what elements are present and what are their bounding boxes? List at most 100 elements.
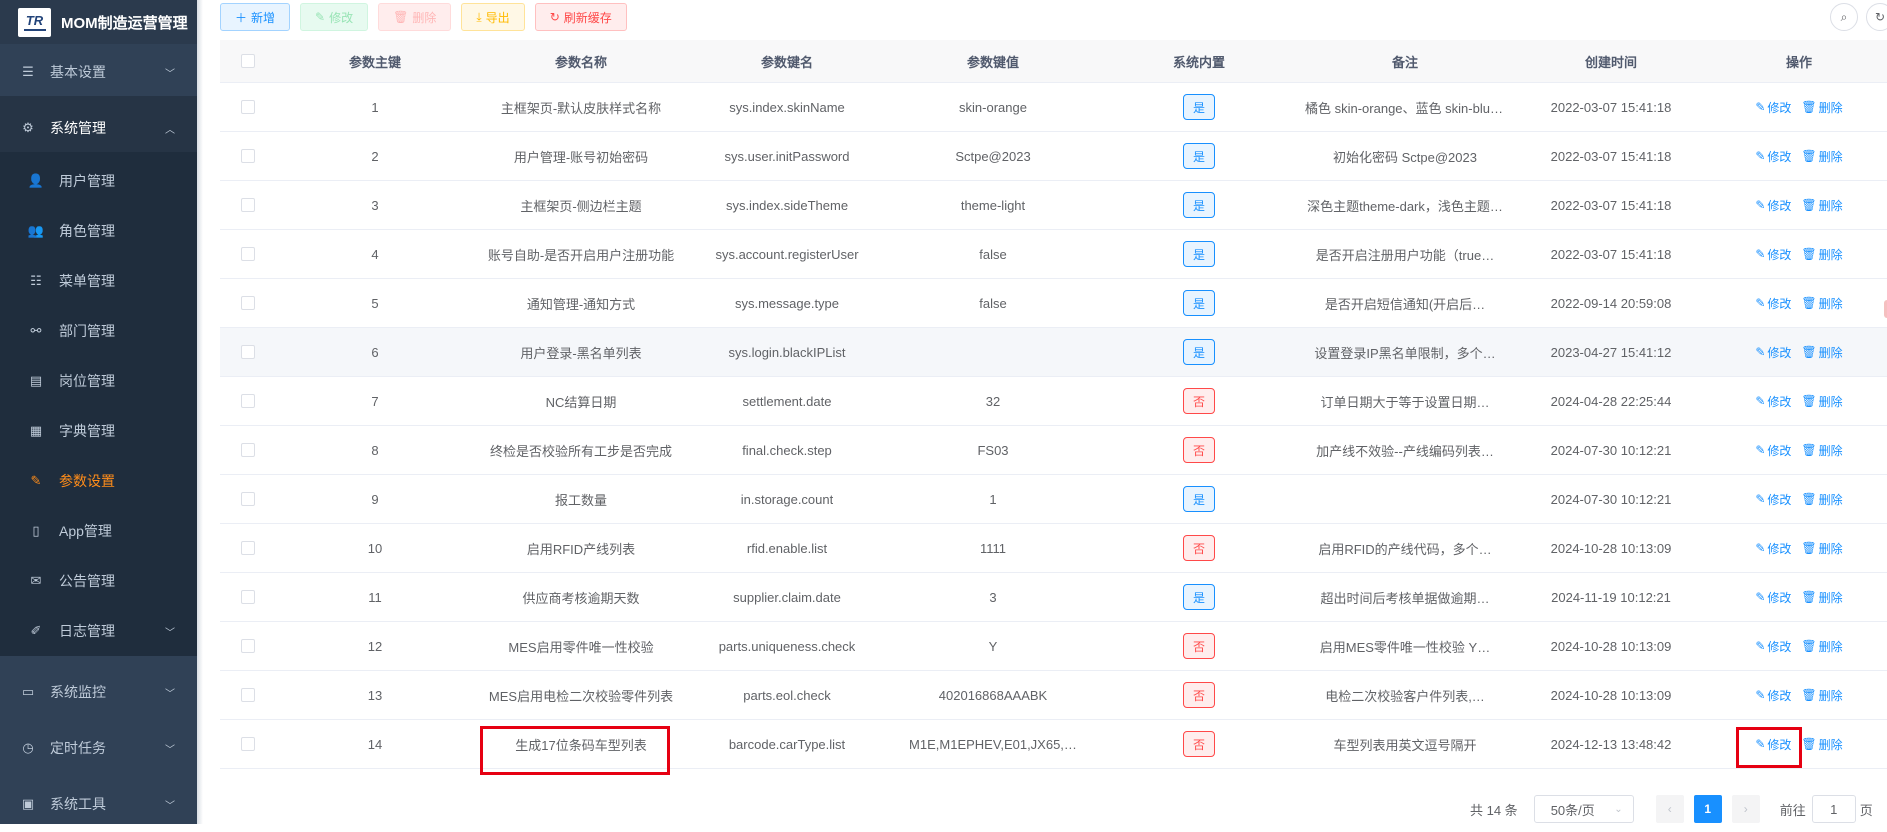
row-checkbox-cell[interactable]	[220, 181, 275, 229]
sidebar-item-1[interactable]: ⚙ 系统管理 ︿	[0, 100, 197, 156]
export-button[interactable]: ⤓ 导出	[461, 3, 525, 31]
row-checkbox[interactable]	[240, 149, 255, 163]
row-checkbox-cell[interactable]	[220, 328, 275, 376]
row-checkbox-cell[interactable]	[220, 671, 275, 719]
row-delete-button[interactable]: 🗑 删除	[1801, 197, 1842, 214]
next-page-button[interactable]: ›	[1731, 795, 1760, 823]
row-edit-button[interactable]: ✎ 修改	[1755, 589, 1791, 606]
row-edit-button[interactable]: ✎ 修改	[1755, 638, 1791, 655]
row-edit-button[interactable]: ✎ 修改	[1755, 540, 1791, 557]
row-checkbox-cell[interactable]	[220, 720, 275, 768]
row-edit-button[interactable]: ✎ 修改	[1755, 99, 1791, 116]
row-delete-button[interactable]: 🗑 删除	[1801, 540, 1842, 557]
select-all-checkbox-cell[interactable]	[220, 40, 275, 82]
row-edit-button[interactable]: ✎ 修改	[1755, 197, 1791, 214]
row-checkbox-cell[interactable]	[220, 230, 275, 278]
row-checkbox[interactable]	[240, 639, 255, 653]
row-edit-button[interactable]: ✎ 修改	[1755, 148, 1791, 165]
select-all-checkbox[interactable]	[240, 54, 255, 68]
table-row[interactable]: 9 报工数量 in.storage.count 1 是 2024-07-30 10:12:…	[220, 475, 1887, 524]
row-checkbox-cell[interactable]	[220, 377, 275, 425]
row-delete-button[interactable]: 🗑 删除	[1801, 344, 1842, 361]
sidebar-item-12[interactable]: ▭ 系统监控 ﹀	[0, 664, 197, 720]
refresh-cache-button[interactable]: ↻ 刷新缓存	[534, 3, 627, 31]
page-size-select[interactable]: 50条/页 ⌄	[1533, 795, 1634, 823]
table-row[interactable]: 14 生成17位条码车型列表 barcode.carType.list M1E,M1E…	[220, 720, 1887, 769]
row-checkbox[interactable]	[240, 247, 255, 261]
table-row[interactable]: 13 MES启用电检二次校验零件列表 parts.eol.check 40201686…	[220, 671, 1887, 720]
row-checkbox[interactable]	[240, 198, 255, 212]
row-delete-button[interactable]: 🗑 删除	[1801, 99, 1842, 116]
row-checkbox[interactable]	[240, 688, 255, 702]
row-checkbox[interactable]	[240, 345, 255, 359]
row-edit-button[interactable]: ✎ 修改	[1755, 246, 1791, 263]
row-delete-button[interactable]: 🗑 删除	[1801, 246, 1842, 263]
table-row[interactable]: 7 NC结算日期 settlement.date 32 否 订单日期大于等于设置日期… 20…	[220, 377, 1887, 426]
row-checkbox[interactable]	[240, 296, 255, 310]
row-checkbox[interactable]	[240, 492, 255, 506]
row-delete-button[interactable]: 🗑 删除	[1801, 589, 1842, 606]
goto-page-input[interactable]: 1	[1811, 795, 1856, 823]
row-checkbox[interactable]	[240, 394, 255, 408]
sidebar-item-13[interactable]: ◷ 定时任务 ﹀	[0, 720, 197, 776]
table-row[interactable]: 2 用户管理-账号初始密码 sys.user.initPassword Sctpe@2…	[220, 132, 1887, 181]
sidebar-item-8[interactable]: ✎ 参数设置	[0, 456, 197, 506]
row-delete-button[interactable]: 🗑 删除	[1801, 736, 1842, 753]
row-edit-button[interactable]: ✎ 修改	[1755, 442, 1791, 459]
row-delete-button[interactable]: 🗑 删除	[1801, 687, 1842, 704]
row-checkbox[interactable]	[240, 541, 255, 555]
row-checkbox-cell[interactable]	[220, 524, 275, 572]
row-checkbox[interactable]	[240, 100, 255, 114]
row-edit-button[interactable]: ✎ 修改	[1755, 344, 1791, 361]
page-number-button[interactable]: 1	[1693, 795, 1722, 823]
row-delete-button[interactable]: 🗑 删除	[1801, 442, 1842, 459]
sidebar-item-7[interactable]: ▦ 字典管理	[0, 406, 197, 456]
table-row[interactable]: 10 启用RFID产线列表 rfid.enable.list 1111 否 启用RFID的…	[220, 524, 1887, 573]
row-delete-button[interactable]: 🗑 删除	[1801, 148, 1842, 165]
sidebar-item-4[interactable]: ☷ 菜单管理	[0, 256, 197, 306]
table-row[interactable]: 8 终检是否校验所有工步是否完成 final.check.step FS03 否 加产线不…	[220, 426, 1887, 475]
sidebar-item-10[interactable]: ✉ 公告管理	[0, 556, 197, 606]
row-edit-button[interactable]: ✎ 修改	[1755, 491, 1791, 508]
table-row[interactable]: 11 供应商考核逾期天数 supplier.claim.date 3 是 超出时间后考核单…	[220, 573, 1887, 622]
app-logo[interactable]: TR MOM制造运营管理	[0, 0, 197, 44]
table-row[interactable]: 6 用户登录-黑名单列表 sys.login.blackIPList 是 设置登录IP黑…	[220, 328, 1887, 377]
add-button[interactable]: ＋新增	[220, 3, 291, 31]
delete-button[interactable]: 🗑 删除	[378, 3, 452, 31]
row-checkbox[interactable]	[240, 443, 255, 457]
sidebar-item-11[interactable]: ✐ 日志管理 ﹀	[0, 606, 197, 656]
edit-button[interactable]: ✎ 修改	[300, 3, 369, 31]
row-checkbox-cell[interactable]	[220, 622, 275, 670]
table-row[interactable]: 3 主框架页-侧边栏主题 sys.index.sideTheme theme-ligh…	[220, 181, 1887, 230]
row-checkbox[interactable]	[240, 737, 255, 751]
row-checkbox-cell[interactable]	[220, 83, 275, 131]
row-checkbox-cell[interactable]	[220, 475, 275, 523]
row-checkbox-cell[interactable]	[220, 426, 275, 474]
sidebar-item-0[interactable]: ☰ 基本设置 ﹀	[0, 44, 197, 100]
sidebar-item-5[interactable]: ⚯ 部门管理	[0, 306, 197, 356]
row-delete-button[interactable]: 🗑 删除	[1801, 295, 1842, 312]
row-checkbox-cell[interactable]	[220, 279, 275, 327]
param-key-cell: final.check.step	[687, 426, 887, 474]
row-edit-button[interactable]: ✎ 修改	[1755, 393, 1791, 410]
prev-page-button[interactable]: ‹	[1655, 795, 1684, 823]
table-row[interactable]: 4 账号自助-是否开启用户注册功能 sys.account.registerUser…	[220, 230, 1887, 279]
row-edit-button[interactable]: ✎ 修改	[1755, 295, 1791, 312]
refresh-table-button[interactable]: ↻	[1866, 3, 1887, 31]
table-row[interactable]: 5 通知管理-通知方式 sys.message.type false 是 是否开启短信通知…	[220, 279, 1887, 328]
search-toggle-button[interactable]: ⌕	[1830, 3, 1858, 31]
row-edit-button[interactable]: ✎ 修改	[1755, 687, 1791, 704]
row-checkbox[interactable]	[240, 590, 255, 604]
row-delete-button[interactable]: 🗑 删除	[1801, 491, 1842, 508]
row-delete-button[interactable]: 🗑 删除	[1801, 638, 1842, 655]
row-checkbox-cell[interactable]	[220, 132, 275, 180]
sidebar-item-3[interactable]: 👥 角色管理	[0, 206, 197, 256]
sidebar-item-9[interactable]: ▯ App管理	[0, 506, 197, 556]
row-delete-button[interactable]: 🗑 删除	[1801, 393, 1842, 410]
sidebar-item-6[interactable]: ▤ 岗位管理	[0, 356, 197, 406]
row-checkbox-cell[interactable]	[220, 573, 275, 621]
table-row[interactable]: 12 MES启用零件唯一性校验 parts.uniqueness.check Y 否 启用…	[220, 622, 1887, 671]
builtin-tag: 是	[1182, 143, 1215, 169]
table-row[interactable]: 1 主框架页-默认皮肤样式名称 sys.index.skinName skin-ora…	[220, 83, 1887, 132]
sidebar-item-2[interactable]: 👤 用户管理	[0, 156, 197, 206]
